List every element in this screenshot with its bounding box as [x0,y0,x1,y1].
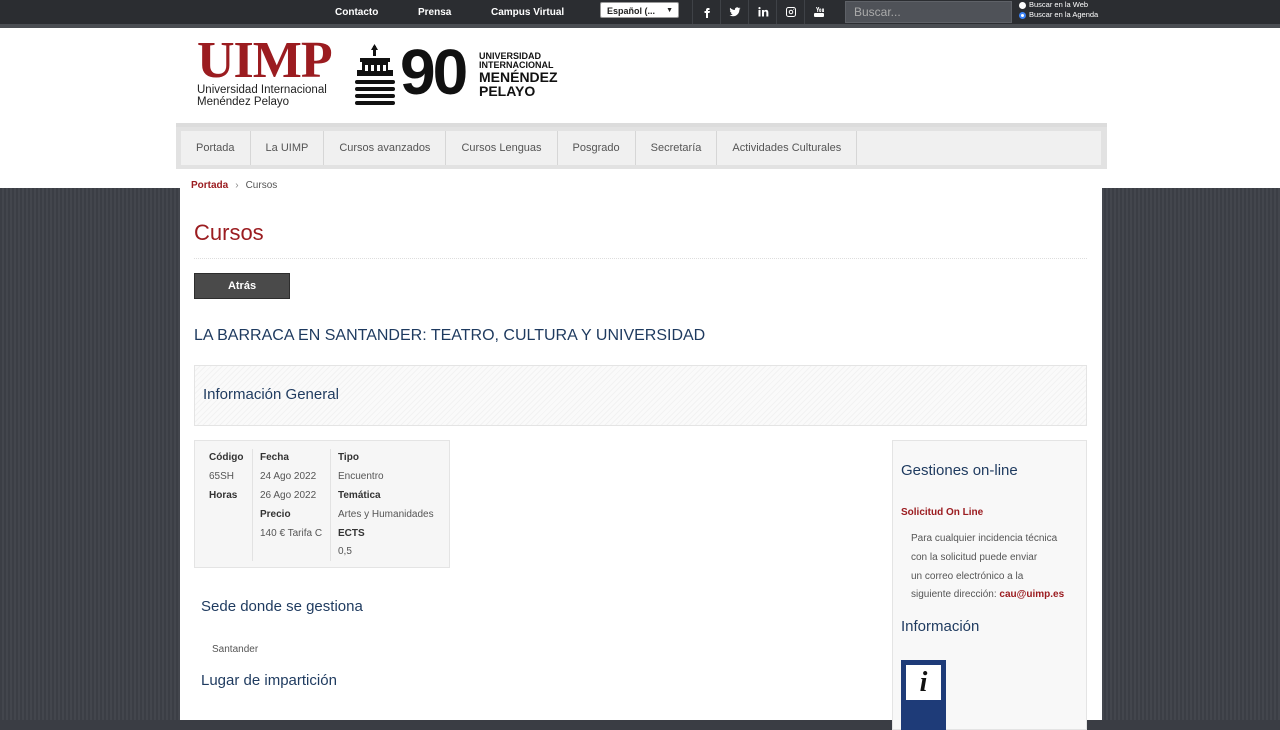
page-title: Cursos [194,220,264,245]
breadcrumb-current: Cursos [245,180,278,191]
radio-unchecked-icon [1019,1,1026,9]
nav-item-actividades-culturales[interactable]: Actividades Culturales [717,131,858,165]
horas-label: Horas [209,490,238,501]
course-title: LA BARRACA EN SANTANDER: TEATRO, CULTURA… [194,327,706,344]
help-text: siguiente dirección: [911,589,997,600]
gestiones-heading: Gestiones on-line [901,462,1018,479]
sede-value: Santander [212,644,259,655]
lugar-heading: Lugar de impartición [201,672,337,689]
youtube-icon[interactable] [804,0,832,24]
general-info-heading: Información General [203,386,339,403]
ects-value: 0,5 [338,546,352,557]
back-button[interactable]: Atrás [194,273,290,299]
ects-label: ECTS [338,528,365,539]
precio-value: 140 € Tarifa C [260,528,323,539]
general-info-header: Información General [194,365,1087,426]
codigo-label: Código [209,452,244,463]
instagram-icon[interactable] [776,0,804,24]
tematica-label: Temática [338,490,381,501]
fecha-label: Fecha [260,452,289,463]
campus-virtual-link[interactable]: Campus Virtual [491,7,564,18]
nav-item-portada[interactable]: Portada [181,131,251,165]
help-text: con la solicitud puede enviar [911,552,1038,563]
help-email-link[interactable]: cau@uimp.es [999,589,1064,600]
nav-item-cursos-avanzados[interactable]: Cursos avanzados [324,131,447,165]
breadcrumb-home-link[interactable]: Portada [191,180,228,191]
nav-item-posgrado[interactable]: Posgrado [558,131,636,165]
column-divider [330,449,331,561]
palace-emblem-icon [355,44,395,105]
prensa-link[interactable]: Prensa [418,7,451,18]
sede-heading: Sede donde se gestiona [201,598,363,615]
radio-checked-icon [1019,11,1026,19]
top-bar: Contacto Prensa Campus Virtual Español (… [0,0,1280,28]
language-select[interactable]: Español (... ▼ [600,2,679,18]
contacto-link[interactable]: Contacto [335,7,378,18]
precio-label: Precio [260,509,291,520]
breadcrumb: Portada › Cursos [191,180,277,191]
twitter-icon[interactable] [720,0,748,24]
nav-item-cursos-lenguas[interactable]: Cursos Lenguas [446,131,558,165]
fecha-end: 26 Ago 2022 [260,490,317,501]
column-divider [252,449,253,561]
course-details-box: Código 65SH Horas Fecha 24 Ago 2022 26 A… [194,440,450,568]
title-divider [194,258,1087,259]
fecha-start: 24 Ago 2022 [260,471,317,482]
chevron-down-icon: ▼ [666,7,673,14]
tipo-label: Tipo [338,452,359,463]
help-text: Para cualquier incidencia técnica [911,533,1058,544]
language-select-value: Español (... [607,6,656,16]
informacion-heading: Información [901,618,980,635]
tipo-value: Encuentro [338,471,384,482]
radio-search-web[interactable]: Buscar en la Web [1019,0,1088,9]
radio-search-agenda[interactable]: Buscar en la Agenda [1019,10,1098,19]
help-text: un correo electrónico a la [911,571,1024,582]
content-panel: Portada › Cursos Cursos Atrás LA BARRACA E… [180,172,1102,730]
uimp-logo[interactable]: UIMP Universidad Internacional Menéndez … [197,35,337,110]
chevron-right-icon: › [235,180,239,191]
online-services-sidebar: Gestiones on-line Solicitud On Line Para… [892,440,1087,730]
tematica-value: Artes y Humanidades [338,509,434,520]
facebook-icon[interactable] [692,0,720,24]
nav-item-la-uimp[interactable]: La UIMP [251,131,325,165]
anniversary-logo: 90 UNIVERSIDAD INTERNACIONAL MENÉNDEZ PE… [352,38,558,106]
codigo-value: 65SH [209,471,235,482]
search-input[interactable]: Buscar... [845,1,1012,23]
nav-item-secretaria[interactable]: Secretaría [636,131,718,165]
linkedin-icon[interactable] [748,0,776,24]
main-nav: Portada La UIMP Cursos avanzados Cursos … [176,123,1107,169]
solicitud-online-link[interactable]: Solicitud On Line [901,507,983,518]
